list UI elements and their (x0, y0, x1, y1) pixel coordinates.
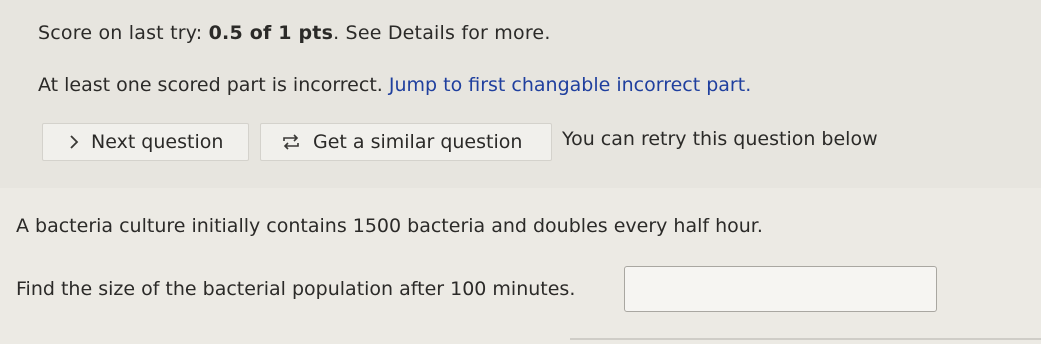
score-value: 0.5 of 1 pts (208, 22, 334, 44)
retry-arrows-icon (281, 133, 301, 151)
score-summary: Score on last try: 0.5 of 1 pts. See Det… (38, 22, 551, 44)
score-panel: Score on last try: 0.5 of 1 pts. See Det… (0, 0, 1041, 188)
answer-input[interactable] (624, 266, 937, 312)
similar-question-button[interactable]: Get a similar question (260, 123, 552, 161)
retry-message: You can retry this question below (562, 128, 878, 150)
question-text: A bacteria culture initially contains 15… (16, 215, 763, 237)
next-question-label: Next question (91, 131, 224, 153)
similar-question-label: Get a similar question (313, 131, 523, 153)
jump-to-incorrect-link[interactable]: Jump to first changable incorrect part. (389, 74, 751, 96)
incorrect-feedback: At least one scored part is incorrect. J… (38, 74, 752, 96)
question-prompt: Find the size of the bacterial populatio… (16, 278, 576, 300)
chevron-right-icon (69, 135, 79, 149)
divider (570, 338, 1041, 340)
next-question-button[interactable]: Next question (42, 123, 249, 161)
